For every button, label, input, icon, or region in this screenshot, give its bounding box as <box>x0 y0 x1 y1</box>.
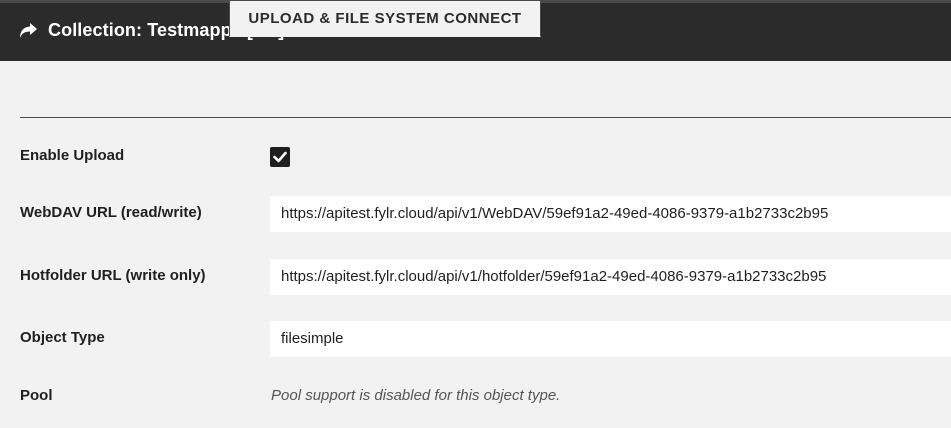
hotfolder-url-field[interactable]: https://apitest.fylr.cloud/api/v1/hotfol… <box>270 259 951 295</box>
object-type-label: Object Type <box>20 329 105 346</box>
webdav-url-label: WebDAV URL (read/write) <box>20 204 202 221</box>
collection-dialog: Collection: Testmappe [DE] GENERAL SHARI… <box>0 0 951 428</box>
tab-upload-file-system-connect[interactable]: UPLOAD & FILE SYSTEM CONNECT <box>229 0 541 37</box>
object-type-field[interactable]: filesimple <box>270 321 951 357</box>
checkmark-icon <box>273 151 287 163</box>
tab-bar <box>20 81 951 118</box>
tab-general[interactable]: GENERAL <box>20 0 96 37</box>
tab-sharing[interactable]: SHARING <box>135 0 210 37</box>
enable-upload-checkbox[interactable] <box>270 147 290 167</box>
hotfolder-url-label: Hotfolder URL (write only) <box>20 267 206 284</box>
pool-label: Pool <box>20 387 53 404</box>
enable-upload-label: Enable Upload <box>20 147 125 164</box>
webdav-url-field[interactable]: https://apitest.fylr.cloud/api/v1/WebDAV… <box>270 196 951 232</box>
pool-disabled-note: Pool support is disabled for this object… <box>271 387 561 404</box>
